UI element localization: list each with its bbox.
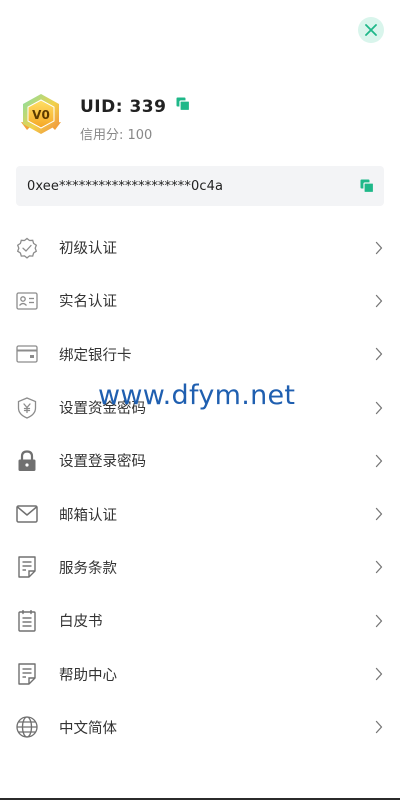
vip-level-badge: V0 xyxy=(21,94,61,134)
document-icon xyxy=(15,555,39,579)
menu-item-email-verification[interactable]: 邮箱认证 xyxy=(0,487,400,540)
chevron-right-icon xyxy=(375,560,385,574)
copy-address-button[interactable] xyxy=(360,179,374,193)
chevron-right-icon xyxy=(375,614,385,628)
profile-section: V0 UID: 339 信用分: 100 xyxy=(18,92,191,143)
menu-label: 邮箱认证 xyxy=(59,507,117,524)
help-document-icon xyxy=(15,662,39,686)
menu-item-basic-verification[interactable]: 初级认证 xyxy=(0,221,400,274)
menu-label: 初级认证 xyxy=(59,241,117,258)
menu-label: 白皮书 xyxy=(59,614,103,631)
menu-label: 实名认证 xyxy=(59,294,117,311)
badge-check-icon xyxy=(15,236,39,260)
chevron-right-icon xyxy=(375,294,385,308)
wallet-address-box: 0xee********************0c4a xyxy=(16,166,384,206)
menu-label: 帮助中心 xyxy=(59,667,117,684)
chevron-right-icon xyxy=(375,454,385,468)
yen-shield-icon xyxy=(15,396,39,420)
close-icon xyxy=(365,24,377,36)
menu-label: 设置登录密码 xyxy=(59,454,146,471)
chevron-right-icon xyxy=(375,347,385,361)
menu-label: 中文简体 xyxy=(59,720,117,737)
notebook-icon xyxy=(15,609,39,633)
copy-icon xyxy=(176,97,191,111)
menu-item-real-name-verification[interactable]: 实名认证 xyxy=(0,274,400,327)
id-card-icon xyxy=(15,289,39,313)
globe-icon xyxy=(15,715,39,739)
chevron-right-icon xyxy=(375,720,385,734)
chevron-right-icon xyxy=(375,241,385,255)
lock-icon xyxy=(15,449,39,473)
vip-badge-text: V0 xyxy=(32,108,50,122)
menu-item-bind-bank-card[interactable]: 绑定银行卡 xyxy=(0,328,400,381)
watermark-text: www.dfym.net xyxy=(98,380,296,411)
menu-item-terms-of-service[interactable]: 服务条款 xyxy=(0,541,400,594)
copy-icon xyxy=(360,179,374,193)
mail-icon xyxy=(15,502,39,526)
chevron-right-icon xyxy=(375,401,385,415)
menu-label: 绑定银行卡 xyxy=(59,347,132,364)
credit-score: 信用分: 100 xyxy=(80,128,153,143)
settings-menu: 初级认证 实名认证 绑定银行卡 设置资金密码 设置登录密码 邮箱认证 服务条款 … xyxy=(0,221,400,754)
menu-item-help-center[interactable]: 帮助中心 xyxy=(0,647,400,700)
copy-uid-button[interactable] xyxy=(176,97,191,111)
menu-item-whitepaper[interactable]: 白皮书 xyxy=(0,594,400,647)
bank-card-icon xyxy=(15,342,39,366)
chevron-right-icon xyxy=(375,667,385,681)
close-button[interactable] xyxy=(358,17,384,43)
chevron-right-icon xyxy=(375,507,385,521)
menu-item-language[interactable]: 中文简体 xyxy=(0,701,400,754)
menu-label: 服务条款 xyxy=(59,560,117,577)
wallet-address: 0xee********************0c4a xyxy=(27,178,224,194)
uid-label: UID: 339 xyxy=(80,97,167,117)
menu-item-set-login-password[interactable]: 设置登录密码 xyxy=(0,434,400,487)
